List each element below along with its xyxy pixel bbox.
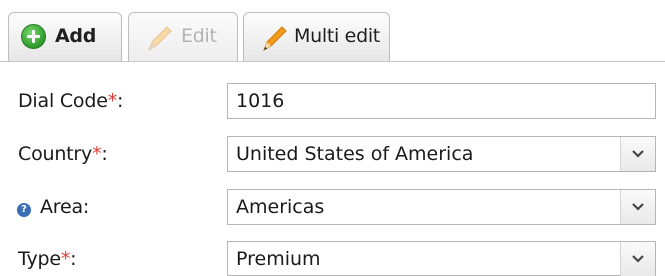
- plus-icon: [21, 24, 46, 49]
- chevron-down-icon: [632, 203, 644, 211]
- area-value: Americas: [236, 196, 325, 218]
- dial-code-label: Dial Code*:: [18, 90, 123, 112]
- label-colon: :: [101, 143, 108, 165]
- country-label-text: Country: [18, 143, 93, 165]
- area-select[interactable]: Americas: [227, 189, 656, 225]
- type-select[interactable]: Premium: [227, 241, 656, 276]
- pencil-icon: [148, 26, 172, 52]
- tab-add[interactable]: Add: [8, 12, 122, 61]
- tab-multi-edit[interactable]: Multi edit: [243, 12, 390, 61]
- tab-edit[interactable]: Edit: [128, 12, 238, 61]
- chevron-down-icon: [632, 150, 644, 158]
- type-label: Type*:: [18, 248, 77, 270]
- required-mark: *: [107, 90, 118, 112]
- dial-code-input[interactable]: 1016: [227, 83, 656, 119]
- label-colon: :: [117, 90, 124, 112]
- area-label-text: Area:: [40, 196, 90, 218]
- area-dropdown-button[interactable]: [620, 190, 655, 224]
- dial-code-value: 1016: [236, 90, 285, 112]
- label-colon: :: [70, 248, 77, 270]
- toolbar: Add Edit Multi edit: [0, 0, 665, 62]
- type-label-text: Type: [18, 248, 61, 270]
- toolbar-divider: [0, 61, 665, 62]
- country-value: United States of America: [236, 143, 474, 165]
- help-icon[interactable]: ?: [17, 203, 31, 217]
- type-value: Premium: [236, 248, 321, 270]
- country-label: Country*:: [18, 143, 108, 165]
- required-mark: *: [92, 143, 102, 165]
- chevron-down-icon: [632, 255, 644, 263]
- country-select[interactable]: United States of America: [227, 136, 656, 172]
- dial-code-label-text: Dial Code: [18, 90, 108, 112]
- tab-edit-label: Edit: [181, 25, 217, 47]
- required-mark: *: [60, 248, 71, 270]
- country-dropdown-button[interactable]: [620, 137, 655, 171]
- tab-multi-edit-label: Multi edit: [294, 25, 380, 47]
- pencil-icon: [263, 26, 287, 52]
- tab-add-label: Add: [55, 25, 97, 47]
- area-label: Area:: [40, 196, 89, 218]
- type-dropdown-button[interactable]: [620, 242, 655, 276]
